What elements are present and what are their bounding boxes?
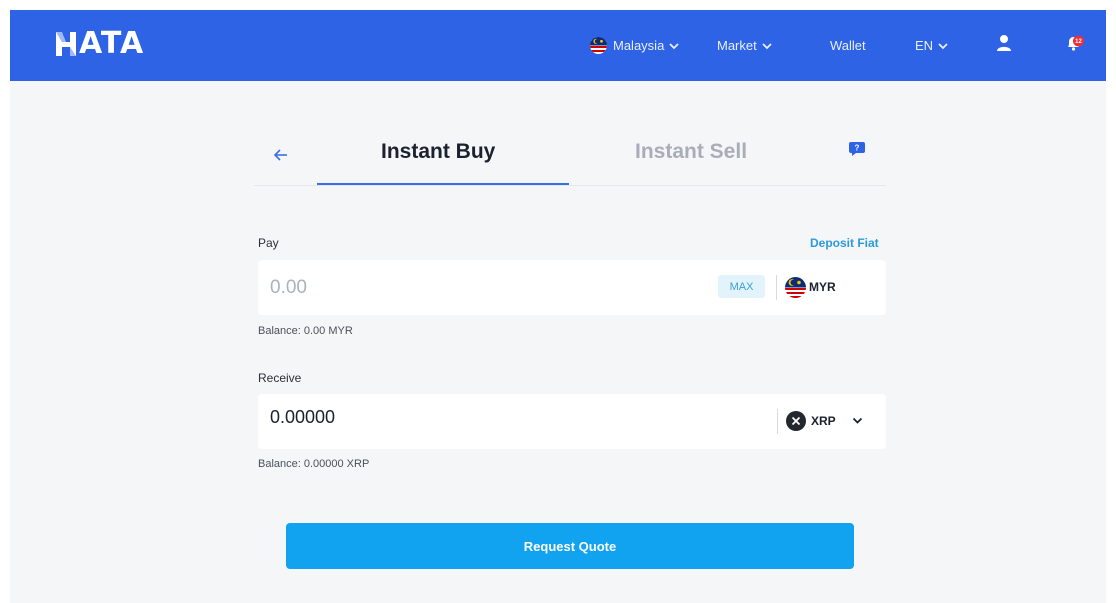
chevron-down-icon bbox=[762, 42, 772, 49]
xrp-icon bbox=[786, 411, 806, 431]
tab-divider bbox=[254, 185, 886, 186]
wallet-link[interactable]: Wallet bbox=[830, 10, 866, 81]
user-icon[interactable] bbox=[996, 34, 1012, 52]
top-navbar: ATA Malaysia Market Wallet EN 12 bbox=[10, 10, 1106, 81]
chevron-down-icon bbox=[669, 42, 679, 49]
malaysia-flag-icon bbox=[590, 37, 607, 54]
help-chat-icon[interactable]: ? bbox=[848, 140, 866, 158]
divider bbox=[777, 409, 778, 434]
bell-icon[interactable]: 12 bbox=[1065, 34, 1085, 54]
app-frame: ATA Malaysia Market Wallet EN 12 Instant… bbox=[10, 10, 1106, 603]
wallet-label: Wallet bbox=[830, 38, 866, 53]
pay-amount-input[interactable] bbox=[270, 274, 570, 302]
back-arrow-icon[interactable] bbox=[272, 148, 290, 162]
tab-instant-buy[interactable]: Instant Buy bbox=[381, 140, 495, 170]
receive-amount: 0.00000 bbox=[270, 407, 336, 427]
receive-currency-selector[interactable]: XRP bbox=[786, 410, 836, 432]
receive-field: 0.00000 XRP bbox=[258, 394, 886, 449]
country-selector[interactable]: Malaysia bbox=[590, 10, 680, 81]
receive-label: Receive bbox=[258, 371, 302, 385]
pay-currency-label: MYR bbox=[809, 280, 836, 294]
chevron-down-icon bbox=[938, 42, 948, 49]
pay-balance: Balance: 0.00 MYR bbox=[258, 325, 353, 337]
receive-balance: Balance: 0.00000 XRP bbox=[258, 458, 370, 470]
country-label: Malaysia bbox=[613, 38, 665, 53]
receive-currency-label: XRP bbox=[811, 414, 836, 428]
malaysia-flag-icon bbox=[785, 276, 806, 298]
pay-label: Pay bbox=[258, 236, 279, 250]
market-menu[interactable]: Market bbox=[717, 10, 773, 81]
active-tab-indicator bbox=[317, 183, 569, 185]
pay-currency: MYR bbox=[785, 276, 836, 298]
deposit-fiat-link[interactable]: Deposit Fiat bbox=[810, 236, 879, 250]
request-quote-button[interactable]: Request Quote bbox=[286, 523, 854, 569]
tab-instant-sell[interactable]: Instant Sell bbox=[635, 140, 747, 170]
pay-field: MAX MYR bbox=[258, 260, 886, 315]
notification-count: 12 bbox=[1075, 39, 1082, 45]
divider bbox=[776, 275, 777, 300]
language-label: EN bbox=[915, 38, 934, 53]
language-selector[interactable]: EN bbox=[915, 10, 949, 81]
svg-text:?: ? bbox=[855, 144, 860, 153]
hata-logo[interactable]: ATA bbox=[54, 24, 144, 64]
max-button[interactable]: MAX bbox=[718, 275, 765, 298]
market-label: Market bbox=[717, 38, 757, 53]
logo-text: ATA bbox=[79, 26, 145, 61]
chevron-down-icon[interactable] bbox=[852, 417, 863, 425]
hata-logo-mark bbox=[56, 32, 76, 56]
